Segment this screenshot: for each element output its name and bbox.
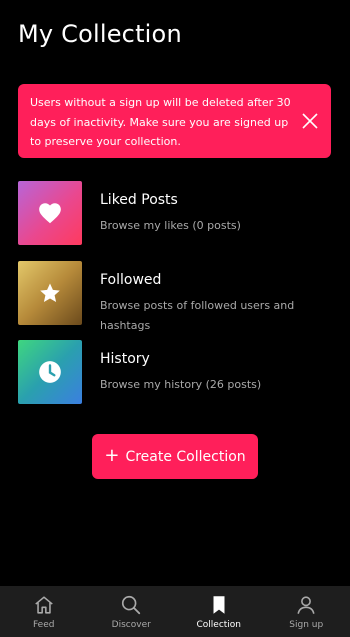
page-title: My Collection: [18, 20, 182, 48]
star-icon: [40, 283, 60, 302]
collection-description: Browse my likes (0 posts): [100, 219, 241, 232]
nav-label: Sign up: [289, 620, 324, 630]
collection-followed[interactable]: Followed Browse posts of followed users …: [18, 261, 338, 332]
followed-thumbnail: [18, 261, 82, 325]
user-icon: [297, 596, 315, 614]
nav-label: Collection: [196, 620, 242, 630]
nav-item-sign-up[interactable]: Sign up: [263, 586, 350, 637]
create-collection-button[interactable]: + Create Collection: [92, 434, 258, 479]
nav-item-collection[interactable]: Collection: [175, 586, 263, 637]
signup-warning-banner: Users without a sign up will be deleted …: [18, 84, 331, 158]
create-collection-label: Create Collection: [125, 448, 246, 465]
bookmark-icon: [213, 596, 225, 614]
home-icon: [35, 596, 53, 614]
collection-liked-posts[interactable]: Liked Posts Browse my likes (0 posts): [18, 181, 338, 245]
nav-item-discover[interactable]: Discover: [88, 586, 176, 637]
banner-message: Users without a sign up will be deleted …: [30, 96, 291, 148]
collection-title: Liked Posts: [100, 192, 178, 208]
nav-item-feed[interactable]: Feed: [0, 586, 88, 637]
collection-title: Followed: [100, 272, 162, 288]
collection-description: Browse posts of followed users and hasht…: [100, 299, 295, 332]
collection-history[interactable]: History Browse my history (26 posts): [18, 340, 338, 404]
collection-title: History: [100, 351, 150, 367]
search-icon: [122, 595, 141, 615]
history-thumbnail: [18, 340, 82, 404]
bottom-navigation: Feed Discover Collection Sign up: [0, 586, 350, 637]
clock-icon: [39, 361, 61, 383]
close-icon[interactable]: [299, 110, 321, 132]
plus-icon: +: [104, 444, 120, 466]
nav-label: Discover: [111, 620, 151, 630]
collection-description: Browse my history (26 posts): [100, 378, 262, 391]
heart-icon: [39, 203, 61, 224]
liked-posts-thumbnail: [18, 181, 82, 245]
nav-label: Feed: [33, 620, 55, 630]
